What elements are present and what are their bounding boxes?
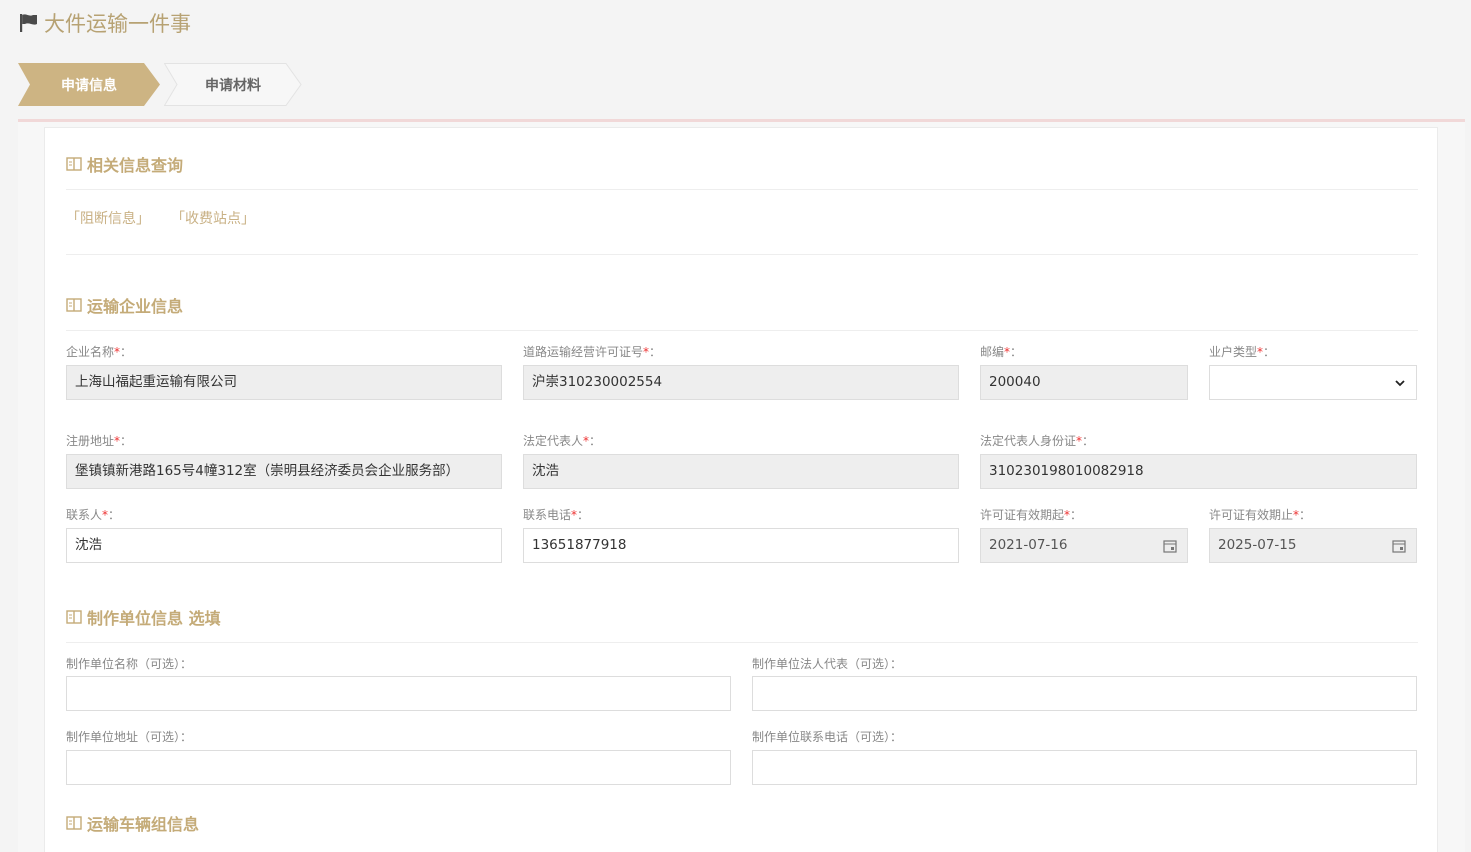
section-title-vehicle-group: 运输车辆组信息 — [66, 811, 199, 835]
page-title: 大件运输一件事 — [44, 12, 191, 36]
license-no-label: 道路运输经营许可证号*： — [523, 345, 662, 359]
reg-address-label: 注册地址*： — [66, 434, 133, 448]
calendar-icon[interactable] — [1163, 539, 1177, 553]
legal-rep-id-label: 法定代表人身份证*： — [980, 434, 1095, 448]
divider — [66, 189, 1418, 190]
legal-rep-field[interactable]: 沈浩 — [523, 454, 959, 489]
section-title-related-query: 相关信息查询 — [66, 152, 183, 176]
contact-phone-field[interactable]: 13651877918 — [523, 528, 959, 563]
household-type-label: 业户类型*： — [1209, 345, 1276, 359]
section-title-producer: 制作单位信息 选填 — [66, 605, 221, 629]
valid-to-label: 许可证有效期止*： — [1209, 508, 1312, 522]
producer-name-label: 制作单位名称（可选）： — [66, 657, 193, 671]
blocking-info-link[interactable]: 「阻断信息」 — [66, 208, 150, 228]
producer-phone-input[interactable] — [752, 750, 1417, 785]
tab-application-info-label: 申请信息 — [61, 77, 117, 94]
contact-label: 联系人*： — [66, 508, 121, 522]
book-icon — [66, 298, 82, 312]
section-title-vehicle-group-text: 运输车辆组信息 — [87, 815, 200, 834]
section-title-enterprise-text: 运输企业信息 — [87, 297, 184, 316]
contact-phone-label: 联系电话*： — [523, 508, 590, 522]
producer-address-input[interactable] — [66, 750, 731, 785]
legal-rep-id-field[interactable]: 310230198010082918 — [980, 454, 1417, 489]
book-icon — [66, 157, 82, 171]
producer-address-label: 制作单位地址（可选）： — [66, 730, 193, 744]
tab-application-materials-label: 申请材料 — [205, 77, 261, 94]
postcode-label: 邮编*： — [980, 345, 1023, 359]
producer-legal-input[interactable] — [752, 676, 1417, 711]
producer-phone-label: 制作单位联系电话（可选）： — [752, 730, 903, 744]
tab-application-info[interactable]: 申请信息 — [18, 63, 160, 106]
book-icon — [66, 816, 82, 830]
producer-name-input[interactable] — [66, 676, 731, 711]
toll-station-link[interactable]: 「收费站点」 — [171, 208, 255, 228]
section-title-producer-text: 制作单位信息 选填 — [87, 609, 221, 628]
valid-to-field[interactable]: 2025-07-15 — [1209, 528, 1417, 563]
section-title-related-query-text: 相关信息查询 — [87, 156, 184, 175]
producer-legal-label: 制作单位法人代表（可选）： — [752, 657, 903, 671]
valid-to-value: 2025-07-15 — [1218, 537, 1297, 553]
valid-from-value: 2021-07-16 — [989, 537, 1068, 553]
contact-field[interactable]: 沈浩 — [66, 528, 502, 563]
book-icon — [66, 610, 82, 624]
form-card — [44, 127, 1438, 852]
valid-from-field[interactable]: 2021-07-16 — [980, 528, 1188, 563]
company-name-field[interactable]: 上海山福起重运输有限公司 — [66, 365, 502, 400]
reg-address-field[interactable]: 堡镇镇新港路165号4幢312室（崇明县经济委员会企业服务部） — [66, 454, 502, 489]
company-name-label: 企业名称*： — [66, 345, 133, 359]
legal-rep-label: 法定代表人*： — [523, 434, 602, 448]
license-no-field[interactable]: 沪崇310230002554 — [523, 365, 959, 400]
flag-icon — [20, 14, 37, 32]
calendar-icon[interactable] — [1392, 539, 1406, 553]
divider — [66, 642, 1418, 643]
divider — [66, 254, 1418, 255]
chevron-down-icon — [1395, 380, 1405, 387]
tab-application-materials[interactable]: 申请材料 — [164, 63, 302, 106]
step-tabs: 申请信息 申请材料 — [18, 63, 308, 106]
divider — [66, 330, 1418, 331]
household-type-select[interactable] — [1209, 365, 1417, 400]
section-title-enterprise: 运输企业信息 — [66, 293, 183, 317]
postcode-field[interactable]: 200040 — [980, 365, 1188, 400]
valid-from-label: 许可证有效期起*： — [980, 508, 1083, 522]
page-header: 大件运输一件事 — [18, 8, 191, 38]
